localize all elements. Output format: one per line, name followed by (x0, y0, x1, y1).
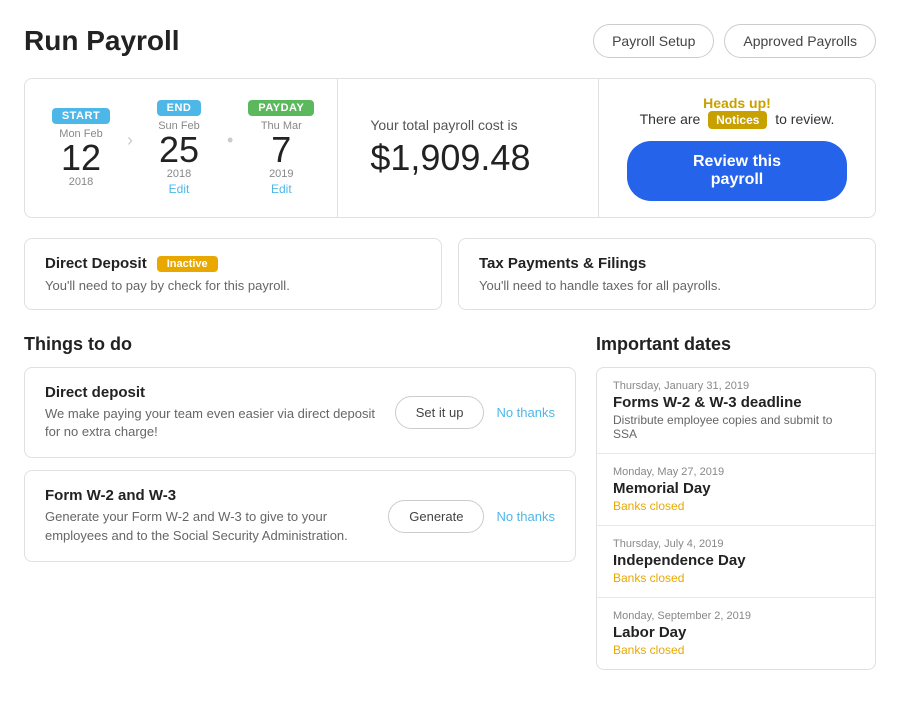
date-item-memorial-day-name: Memorial Day (613, 480, 859, 497)
review-payroll-button[interactable]: Review this payroll (627, 141, 847, 201)
date-item-labor-day: Monday, September 2, 2019 Labor Day Bank… (597, 598, 875, 669)
info-card-direct-deposit-header: Direct Deposit Inactive (45, 255, 421, 272)
date-item-labor-day-banks: Banks closed (613, 643, 859, 657)
notice-text-after: to review. (775, 111, 834, 127)
date-item-w2-deadline-sub: Distribute employee copies and submit to… (613, 413, 859, 441)
things-to-do-title: Things to do (24, 334, 576, 355)
generate-button[interactable]: Generate (388, 500, 484, 533)
important-dates-title: Important dates (596, 334, 876, 355)
start-date-block: START Mon Feb 12 2018 (45, 108, 117, 188)
start-end-separator: › (127, 130, 133, 167)
info-card-tax: Tax Payments & Filings You'll need to ha… (458, 238, 876, 310)
date-item-independence-day: Thursday, July 4, 2019 Independence Day … (597, 526, 875, 598)
date-item-w2-deadline-day: Thursday, January 31, 2019 (613, 380, 859, 392)
dates-list: Thursday, January 31, 2019 Forms W-2 & W… (596, 367, 876, 670)
todo-card-direct-deposit-title: Direct deposit (45, 384, 379, 401)
end-date-block: END Sun Feb 25 2018 Edit (143, 100, 215, 196)
end-payday-separator: • (227, 130, 233, 167)
date-item-memorial-day-day: Monday, May 27, 2019 (613, 466, 859, 478)
payday-date-number: 7 (271, 132, 291, 168)
todo-card-direct-deposit-desc: We make paying your team even easier via… (45, 405, 379, 441)
w2-no-thanks-button[interactable]: No thanks (496, 509, 555, 524)
end-year: 2018 (167, 168, 191, 180)
info-card-tax-title: Tax Payments & Filings (479, 255, 646, 272)
direct-deposit-no-thanks-button[interactable]: No thanks (496, 405, 555, 420)
todo-card-w2-left: Form W-2 and W-3 Generate your Form W-2 … (45, 487, 372, 544)
todo-card-w2-desc: Generate your Form W-2 and W-3 to give t… (45, 508, 372, 544)
start-date-number: 12 (61, 140, 101, 176)
date-item-independence-day-day: Thursday, July 4, 2019 (613, 538, 859, 550)
total-label: Your total payroll cost is (370, 117, 566, 133)
date-item-memorial-day-banks: Banks closed (613, 499, 859, 513)
info-card-direct-deposit-desc: You'll need to pay by check for this pay… (45, 278, 421, 293)
payday-date-edit[interactable]: Edit (271, 182, 292, 196)
page-title: Run Payroll (24, 25, 180, 57)
payroll-setup-button[interactable]: Payroll Setup (593, 24, 714, 58)
heads-up-title: Heads up! (703, 95, 771, 111)
things-to-do-section: Things to do Direct deposit We make payi… (24, 334, 576, 670)
date-item-w2-deadline-name: Forms W-2 & W-3 deadline (613, 394, 859, 411)
date-item-independence-day-name: Independence Day (613, 552, 859, 569)
date-item-memorial-day: Monday, May 27, 2019 Memorial Day Banks … (597, 454, 875, 526)
date-item-labor-day-name: Labor Day (613, 624, 859, 641)
payroll-card: START Mon Feb 12 2018 › END Sun Feb 25 2… (24, 78, 876, 218)
info-card-direct-deposit-title: Direct Deposit (45, 255, 147, 272)
info-cards: Direct Deposit Inactive You'll need to p… (24, 238, 876, 310)
info-card-tax-header: Tax Payments & Filings (479, 255, 855, 272)
info-card-direct-deposit: Direct Deposit Inactive You'll need to p… (24, 238, 442, 310)
important-dates-section: Important dates Thursday, January 31, 20… (596, 334, 876, 670)
start-label: START (52, 108, 110, 124)
todo-card-w2-actions: Generate No thanks (388, 500, 555, 533)
inactive-badge: Inactive (157, 256, 218, 272)
payday-year: 2019 (269, 168, 293, 180)
date-item-independence-day-banks: Banks closed (613, 571, 859, 585)
end-label: END (157, 100, 202, 116)
notice-text-before: There are (640, 111, 701, 127)
date-item-labor-day-day: Monday, September 2, 2019 (613, 610, 859, 622)
todo-card-w2-title: Form W-2 and W-3 (45, 487, 372, 504)
payday-date-block: PAYDAY Thu Mar 7 2019 Edit (245, 100, 317, 196)
header: Run Payroll Payroll Setup Approved Payro… (24, 24, 876, 58)
payroll-action: Heads up! There are Notices to review. R… (599, 79, 875, 217)
end-date-edit[interactable]: Edit (169, 182, 190, 196)
date-item-w2-deadline: Thursday, January 31, 2019 Forms W-2 & W… (597, 368, 875, 454)
todo-card-w2: Form W-2 and W-3 Generate your Form W-2 … (24, 470, 576, 561)
todo-card-direct-deposit-actions: Set it up No thanks (395, 396, 555, 429)
end-date-number: 25 (159, 132, 199, 168)
approved-payrolls-button[interactable]: Approved Payrolls (724, 24, 876, 58)
info-card-tax-desc: You'll need to handle taxes for all payr… (479, 278, 855, 293)
total-amount: $1,909.48 (370, 137, 566, 179)
header-buttons: Payroll Setup Approved Payrolls (593, 24, 876, 58)
start-year: 2018 (69, 176, 93, 188)
main-content: Things to do Direct deposit We make payi… (24, 334, 876, 670)
payroll-total: Your total payroll cost is $1,909.48 (338, 79, 599, 217)
payday-label: PAYDAY (248, 100, 314, 116)
set-it-up-button[interactable]: Set it up (395, 396, 485, 429)
notices-badge[interactable]: Notices (708, 111, 767, 129)
payroll-dates: START Mon Feb 12 2018 › END Sun Feb 25 2… (25, 79, 338, 217)
heads-up-text: Heads up! There are Notices to review. (640, 95, 835, 129)
todo-card-direct-deposit: Direct deposit We make paying your team … (24, 367, 576, 458)
todo-card-direct-deposit-left: Direct deposit We make paying your team … (45, 384, 379, 441)
page-container: Run Payroll Payroll Setup Approved Payro… (0, 0, 900, 702)
